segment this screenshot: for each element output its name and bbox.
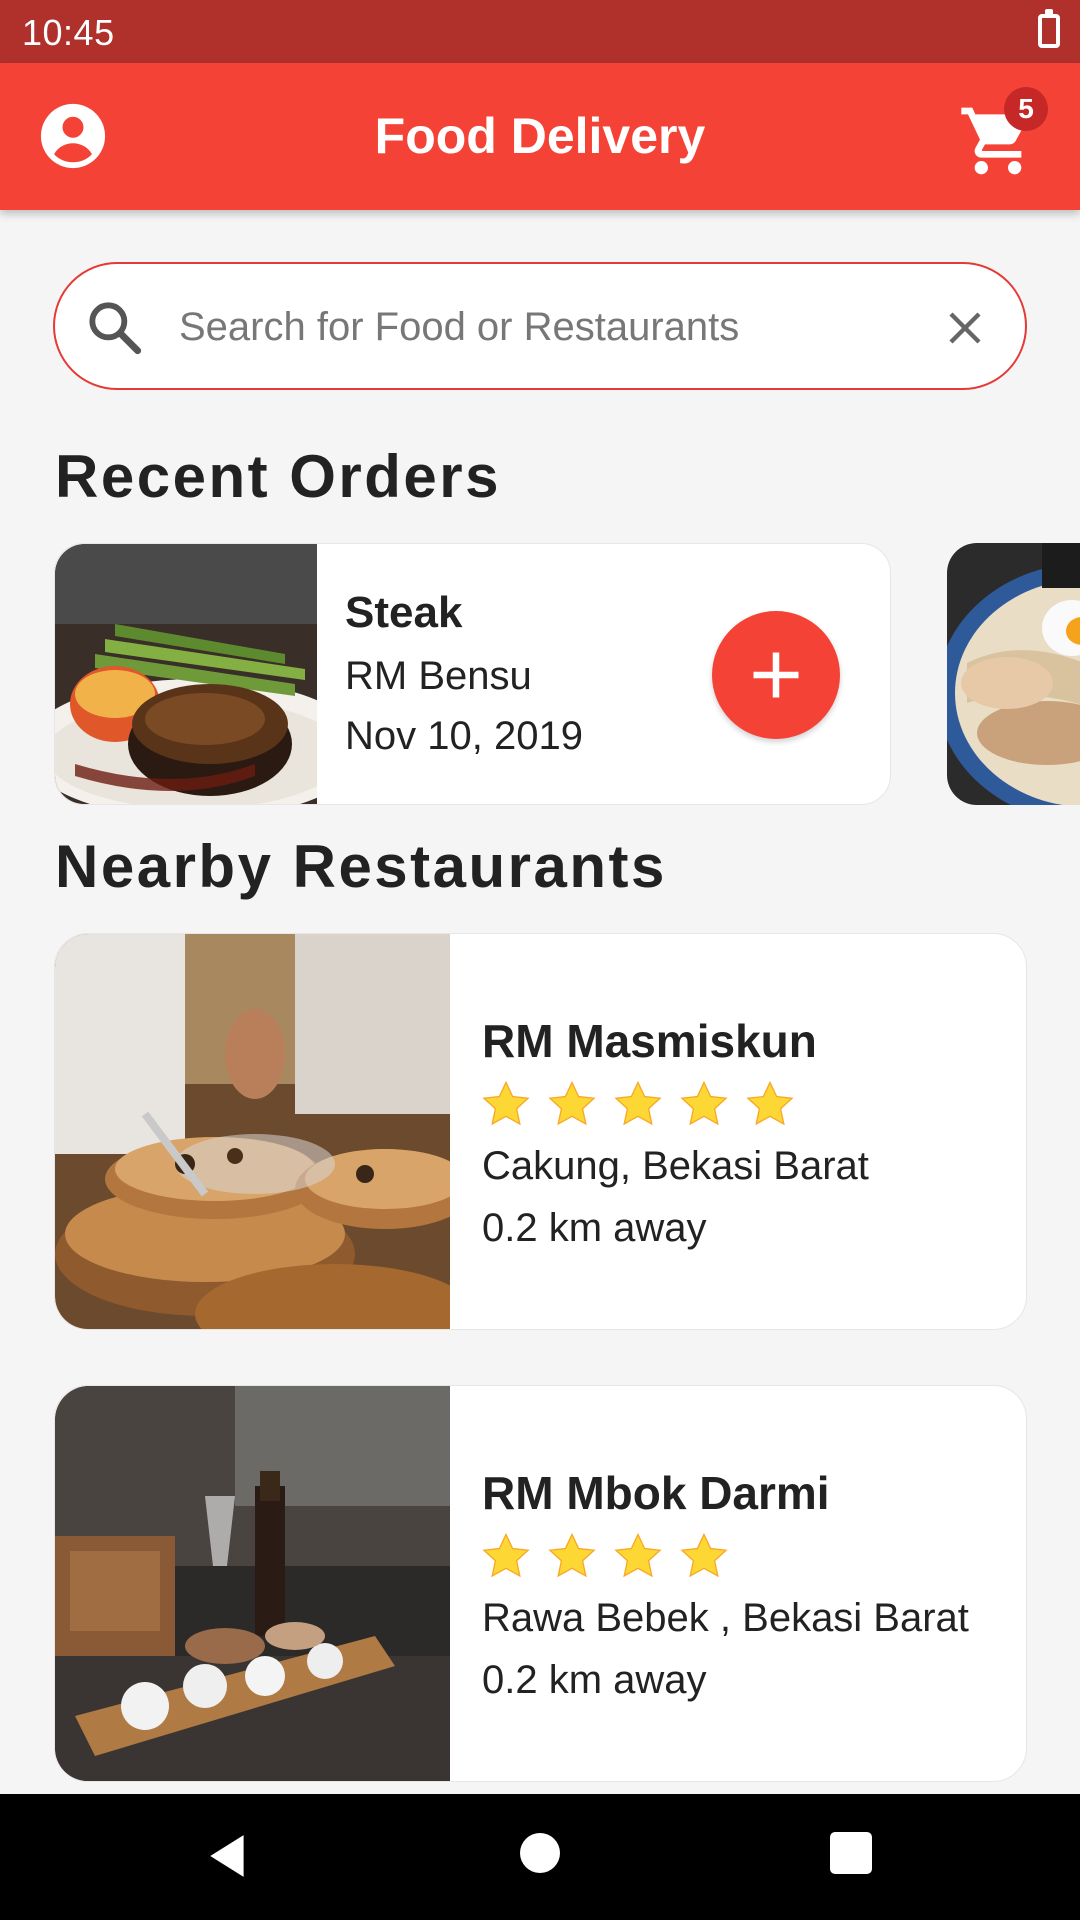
search-bar xyxy=(53,262,1027,390)
restaurant-name: RM Mbok Darmi xyxy=(482,1467,830,1519)
system-nav-bar xyxy=(0,1794,1080,1920)
back-icon[interactable] xyxy=(204,1831,254,1881)
star-icon xyxy=(482,1532,530,1578)
recent-order-card[interactable]: Steak RM Bensu Nov 10, 2019 xyxy=(54,543,891,805)
reorder-add-button[interactable] xyxy=(712,611,840,739)
star-icon xyxy=(680,1080,728,1126)
restaurant-distance: 0.2 km away xyxy=(482,1658,707,1702)
recent-order-card-next[interactable] xyxy=(947,543,1080,805)
restaurant-name: RM Masmiskun xyxy=(482,1015,817,1067)
recents-icon[interactable] xyxy=(830,1832,872,1874)
app-bar: Food Delivery 5 xyxy=(0,63,1080,210)
app-title: Food Delivery xyxy=(374,108,706,164)
home-icon[interactable] xyxy=(520,1833,560,1873)
plus-icon xyxy=(753,652,799,698)
rating-stars xyxy=(479,1530,731,1586)
order-date: Nov 10, 2019 xyxy=(345,714,583,758)
star-icon xyxy=(482,1080,530,1126)
order-restaurant: RM Bensu xyxy=(345,654,532,698)
search-icon xyxy=(89,302,142,355)
steak-photo xyxy=(55,544,317,804)
status-time: 10:45 xyxy=(22,12,115,53)
restaurant-location: Cakung, Bekasi Barat xyxy=(482,1144,869,1188)
recent-orders-title: Recent Orders xyxy=(55,443,501,510)
star-icon xyxy=(548,1080,596,1126)
restaurant-distance: 0.2 km away xyxy=(482,1206,707,1250)
order-item-name: Steak xyxy=(345,588,463,637)
restaurant-photo xyxy=(55,1386,450,1781)
restaurant-card[interactable]: RM Masmiskun Cakung, Bekasi Barat 0.2 km… xyxy=(54,933,1027,1330)
restaurant-card[interactable]: RM Mbok Darmi Rawa Bebek , Bekasi Barat … xyxy=(54,1385,1027,1782)
nearby-restaurants-title: Nearby Restaurants xyxy=(55,833,667,900)
rating-stars xyxy=(479,1078,797,1134)
clear-icon[interactable] xyxy=(941,304,989,352)
cart-button[interactable]: 5 xyxy=(958,87,1048,183)
status-bar: 10:45 xyxy=(0,0,1080,63)
ramen-photo xyxy=(947,543,1080,805)
restaurant-photo xyxy=(55,934,450,1329)
cart-count-badge: 5 xyxy=(1004,87,1048,131)
restaurant-location: Rawa Bebek , Bekasi Barat xyxy=(482,1596,969,1640)
star-icon xyxy=(680,1532,728,1578)
star-icon xyxy=(746,1080,794,1126)
battery-icon xyxy=(1038,9,1060,48)
star-icon xyxy=(548,1532,596,1578)
search-input[interactable] xyxy=(179,294,939,360)
star-icon xyxy=(614,1080,662,1126)
star-icon xyxy=(614,1532,662,1578)
